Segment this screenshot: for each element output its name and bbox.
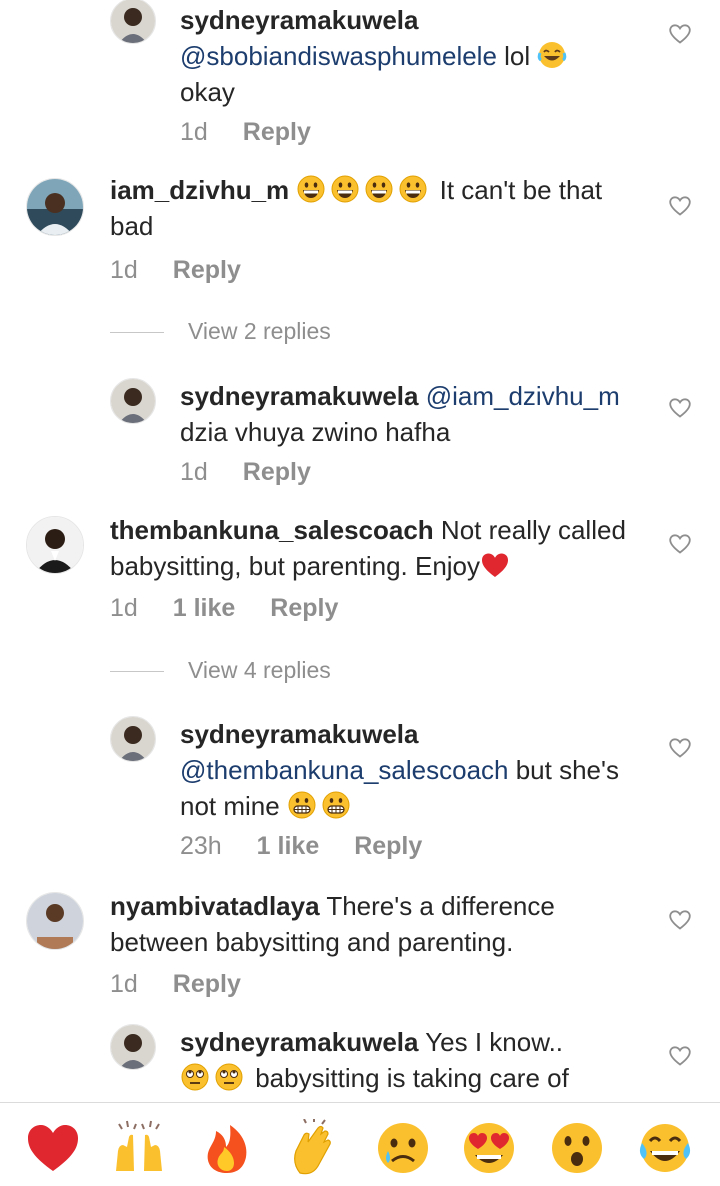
divider (110, 332, 164, 333)
like-heart-icon[interactable] (668, 194, 692, 218)
view-replies-button[interactable]: View 4 replies (110, 657, 510, 687)
joy-emoji-icon (537, 40, 567, 70)
comment-username[interactable]: sydneyramakuwela (180, 719, 418, 749)
comment-text-line2: dzia vhuya zwino hafha (180, 417, 451, 447)
comment-username[interactable]: sydneyramakuwela (180, 5, 418, 35)
comment-time: 1d (180, 458, 208, 486)
raised-hands-reaction-icon[interactable] (110, 1119, 168, 1177)
joy-reaction-icon[interactable] (636, 1119, 694, 1177)
comment-text-line2: between babysitting and parenting. (110, 927, 514, 957)
comment-text: but she's (508, 755, 619, 785)
likes-count[interactable]: 1 like (173, 594, 236, 622)
comment-time: 1d (110, 970, 138, 998)
grin-emoji-icon (330, 174, 360, 204)
fire-reaction-icon[interactable] (198, 1119, 256, 1177)
comment-meta: 23h 1 like Reply (180, 832, 450, 861)
comment-time: 23h (180, 832, 222, 860)
comment-meta: 1d Reply (110, 970, 269, 999)
comment-meta: 1d Reply (180, 458, 339, 487)
quick-reactions-bar (0, 1102, 720, 1186)
comment-text-line2: okay (180, 77, 235, 107)
comment-time: 1d (110, 256, 138, 284)
comment-text: lol (496, 41, 531, 71)
eyeroll-emoji-icon (180, 1062, 210, 1092)
divider (110, 671, 164, 672)
comment-text: There's a difference (319, 891, 555, 921)
reply-button[interactable]: Reply (243, 118, 311, 146)
reply-button[interactable]: Reply (173, 970, 241, 998)
like-heart-icon[interactable] (668, 396, 692, 420)
sad-reaction-icon[interactable] (374, 1119, 432, 1177)
reply-button[interactable]: Reply (243, 458, 311, 486)
like-heart-icon[interactable] (668, 908, 692, 932)
comment-meta: 1d Reply (110, 256, 269, 285)
avatar[interactable] (110, 1024, 156, 1070)
surprised-reaction-icon[interactable] (548, 1119, 606, 1177)
view-replies-button[interactable]: View 2 replies (110, 318, 510, 348)
avatar[interactable] (110, 716, 156, 762)
red-heart-emoji-icon (480, 550, 510, 580)
comment-text: Not really called (433, 515, 626, 545)
comment-text: It can't be that (432, 175, 603, 205)
comment-username[interactable]: thembankuna_salescoach (110, 515, 434, 545)
comment-mention[interactable]: @iam_dzivhu_m (426, 381, 620, 411)
like-heart-icon[interactable] (668, 1044, 692, 1068)
eyeroll-emoji-icon (214, 1062, 244, 1092)
comment-username[interactable]: iam_dzivhu_m (110, 175, 289, 205)
reply-button[interactable]: Reply (354, 832, 422, 860)
grin-emoji-icon (398, 174, 428, 204)
grimace-emoji-icon (321, 790, 351, 820)
comment-text-line2: bad (110, 211, 154, 241)
comment-text-line2: babysitting, but parenting. Enjoy (110, 551, 481, 581)
reply-button[interactable]: Reply (270, 594, 338, 622)
avatar[interactable] (26, 892, 84, 950)
like-heart-icon[interactable] (668, 22, 692, 46)
avatar[interactable] (110, 0, 156, 44)
comment-mention[interactable]: @thembankuna_salescoach (180, 755, 509, 785)
comment-meta: 1d 1 like Reply (110, 594, 366, 623)
like-heart-icon[interactable] (668, 736, 692, 760)
comment-username[interactable]: sydneyramakuwela (180, 1027, 418, 1057)
comment-text-line2: babysitting is taking care of (248, 1063, 569, 1093)
likes-count[interactable]: 1 like (257, 832, 320, 860)
heart-reaction-icon[interactable] (24, 1119, 82, 1177)
clap-reaction-icon[interactable] (286, 1119, 344, 1177)
reply-button[interactable]: Reply (173, 256, 241, 284)
view-replies-label: View 2 replies (188, 318, 331, 344)
comment-time: 1d (110, 594, 138, 622)
comment-meta: 1d Reply (180, 118, 339, 147)
avatar[interactable] (26, 178, 84, 236)
grimace-emoji-icon (287, 790, 317, 820)
like-heart-icon[interactable] (668, 532, 692, 556)
grin-emoji-icon (296, 174, 326, 204)
view-replies-label: View 4 replies (188, 657, 331, 683)
comment-username[interactable]: sydneyramakuwela (180, 381, 418, 411)
comment-mention[interactable]: @sbobiandiswasphumelele (180, 41, 497, 71)
comment-time: 1d (180, 118, 208, 146)
comment-text-line2: not mine (180, 791, 280, 821)
heart-eyes-reaction-icon[interactable] (460, 1119, 518, 1177)
comments-feed: sydneyramakuwela @sbobiandiswasphumelele… (0, 0, 720, 1102)
comment-username[interactable]: nyambivatadlaya (110, 891, 320, 921)
avatar[interactable] (110, 378, 156, 424)
grin-emoji-icon (364, 174, 394, 204)
comment-text: Yes I know.. (418, 1027, 564, 1057)
avatar[interactable] (26, 516, 84, 574)
